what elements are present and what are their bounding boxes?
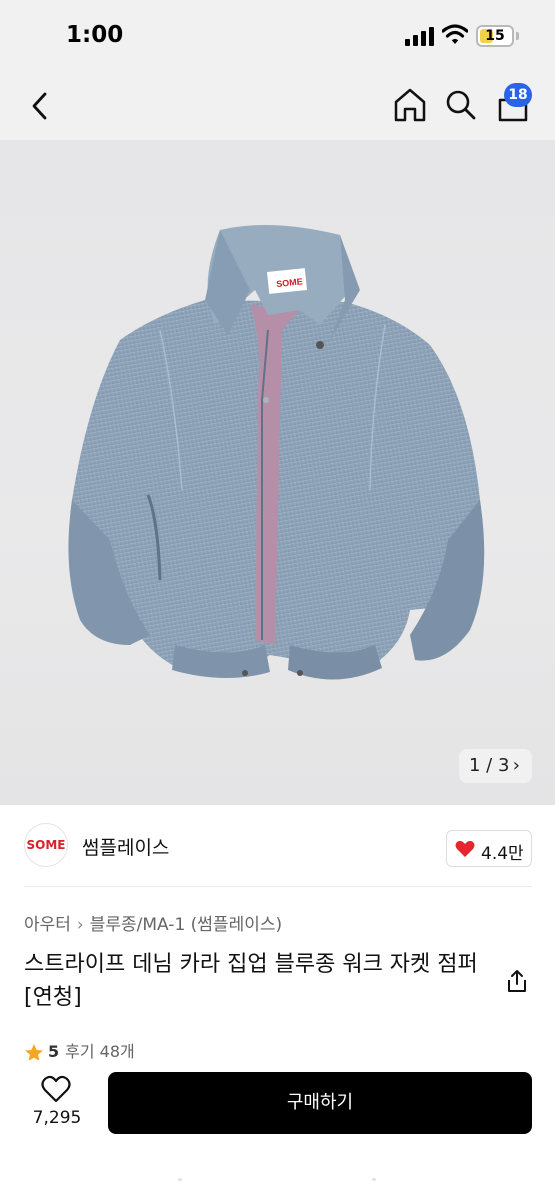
breadcrumb: 아우터 › 블루종/MA-1 (썸플레이스): [24, 910, 282, 935]
store-row[interactable]: SOME 썸플레이스 4.4만: [0, 805, 555, 887]
store-name[interactable]: 썸플레이스: [82, 833, 169, 860]
breadcrumb-item[interactable]: 아우터: [24, 915, 71, 935]
chevron-right-icon: ›: [512, 755, 520, 776]
cellular-signal-icon: [405, 27, 435, 46]
decorative-dot: [372, 1178, 376, 1181]
back-icon[interactable]: [25, 86, 57, 126]
image-counter[interactable]: 1 / 3 ›: [459, 749, 532, 783]
product-image[interactable]: SOME: [0, 140, 555, 805]
app-header: [0, 72, 555, 140]
cart-badge: 18: [504, 83, 532, 107]
store-like-count: 4.4만: [481, 844, 524, 864]
wifi-icon: [442, 24, 468, 44]
home-icon[interactable]: [391, 87, 429, 123]
decorative-dot: [178, 1178, 182, 1181]
heart-filled-icon: [455, 840, 475, 857]
battery-percent: 15: [485, 28, 505, 44]
battery-icon: 15: [476, 25, 514, 47]
rating-row[interactable]: 5 후기 48개: [24, 1038, 135, 1062]
breadcrumb-item[interactable]: 블루종/MA-1 (썸플레이스): [90, 915, 282, 935]
review-count[interactable]: 후기 48개: [65, 1042, 135, 1061]
search-icon[interactable]: [442, 86, 480, 124]
store-like-button[interactable]: 4.4만: [446, 830, 532, 867]
denim-jacket-image: SOME: [68, 225, 485, 680]
buy-button[interactable]: 구매하기: [108, 1072, 532, 1134]
heart-outline-icon[interactable]: [41, 1075, 71, 1103]
breadcrumb-separator-icon: ›: [76, 915, 84, 935]
bottom-action-bar: 7,295 구매하기: [0, 1060, 555, 1200]
section-divider: [24, 886, 532, 887]
status-bar: 1:00 15: [0, 0, 555, 72]
image-counter-text: 1 / 3: [469, 755, 510, 776]
product-title: 스트라이프 데님 카라 집업 블루종 워크 자켓 점퍼 [연청]: [24, 952, 478, 1010]
share-icon[interactable]: [505, 968, 529, 994]
battery-cap: [516, 32, 519, 40]
wish-count: 7,295: [32, 1108, 82, 1128]
status-time: 1:00: [66, 22, 124, 48]
store-logo[interactable]: SOME: [24, 823, 68, 867]
rating-score: 5: [48, 1042, 60, 1061]
